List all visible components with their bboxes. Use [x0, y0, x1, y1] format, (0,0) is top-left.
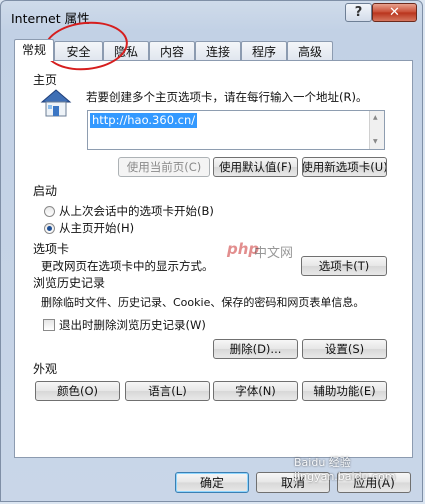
homepage-description: 若要创建多个主页选项卡，请在每行输入一个地址(R)。 — [86, 90, 368, 104]
fonts-button[interactable]: 字体(N) — [213, 381, 298, 401]
baidu-watermark: Baidu 经验 jingyan.baidu.com — [294, 456, 396, 483]
textarea-scrollbar[interactable]: ▲ ▼ — [369, 111, 384, 149]
tab-general[interactable]: 常规 — [14, 39, 54, 61]
delete-history-on-exit-checkbox[interactable] — [43, 319, 55, 331]
startup-home-label[interactable]: 从主页开始(H) — [59, 220, 134, 236]
use-default-button[interactable]: 使用默认值(F) — [213, 157, 298, 177]
ok-button[interactable]: 确定 — [175, 472, 249, 493]
internet-properties-dialog: Internet 属性 ? ✕ 常规 安全 隐私 内容 连接 程序 高级 主页 … — [0, 0, 423, 502]
scroll-up-icon[interactable]: ▲ — [373, 114, 378, 121]
php-watermark-text: 中文网 — [254, 246, 294, 261]
accessibility-button[interactable]: 辅助功能(E) — [302, 381, 387, 401]
tab-advanced[interactable]: 高级 — [287, 41, 333, 61]
tabs-settings-button[interactable]: 选项卡(T) — [301, 256, 387, 276]
tab-content[interactable]: 内容 — [149, 41, 195, 61]
startup-section-label: 启动 — [33, 184, 58, 198]
tab-connections[interactable]: 连接 — [195, 41, 241, 61]
startup-last-session-radio[interactable] — [44, 206, 55, 217]
radio-selected-dot — [47, 226, 52, 231]
use-current-page-button[interactable]: 使用当前页(C) — [118, 157, 210, 177]
homepage-url-textarea[interactable]: http://hao.360.cn/ ▲ ▼ — [87, 110, 385, 150]
homepage-url-text: http://hao.360.cn/ — [90, 113, 198, 128]
startup-last-session-label[interactable]: 从上次会话中的选项卡开始(B) — [59, 203, 214, 219]
delete-history-on-exit-label[interactable]: 退出时删除浏览历史记录(W) — [59, 317, 206, 333]
history-settings-button[interactable]: 设置(S) — [302, 339, 387, 359]
tabs-section-label: 选项卡 — [33, 242, 70, 256]
homepage-section-label: 主页 — [33, 73, 58, 87]
close-button[interactable]: ✕ — [372, 3, 417, 22]
tab-programs[interactable]: 程序 — [241, 41, 287, 61]
scroll-down-icon[interactable]: ▼ — [373, 138, 378, 145]
startup-home-radio[interactable] — [44, 223, 55, 234]
tabs-section-description: 更改网页在选项卡中的显示方式。 — [41, 259, 214, 273]
history-section-label: 浏览历史记录 — [33, 276, 106, 290]
help-button[interactable]: ? — [345, 3, 372, 22]
general-tab-panel: 主页 若要创建多个主页选项卡，请在每行输入一个地址(R)。 http://hao… — [14, 60, 413, 458]
house-icon — [40, 89, 72, 117]
history-description: 删除临时文件、历史记录、Cookie、保存的密码和网页表单信息。 — [41, 296, 365, 309]
use-new-tab-button[interactable]: 使用新选项卡(U) — [302, 157, 387, 177]
colors-button[interactable]: 颜色(O) — [35, 381, 120, 401]
delete-history-button[interactable]: 删除(D)... — [213, 339, 298, 359]
appearance-section-label: 外观 — [33, 362, 58, 376]
languages-button[interactable]: 语言(L) — [125, 381, 210, 401]
